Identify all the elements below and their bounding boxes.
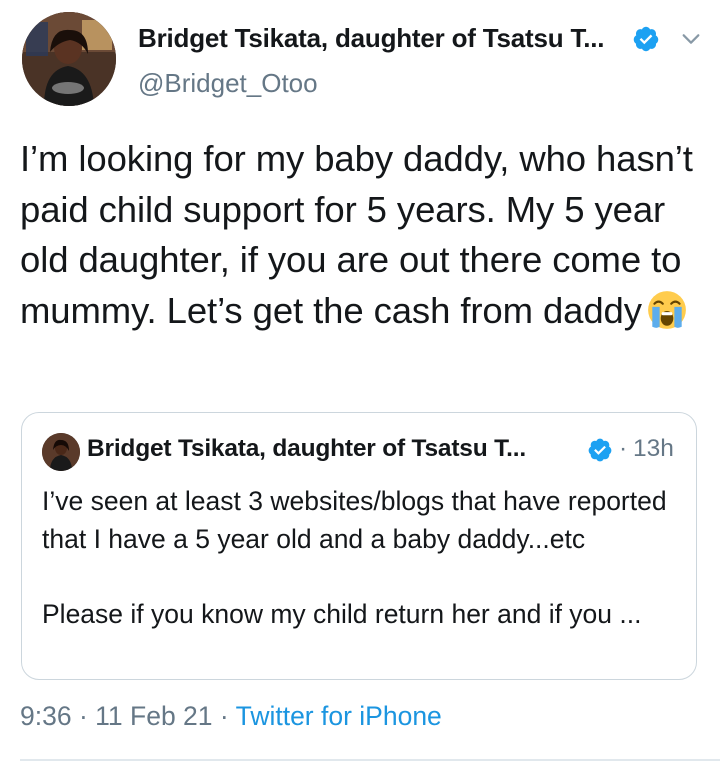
author-name[interactable]: Bridget Tsikata, daughter of Tsatsu T... [138,23,605,54]
loudly-crying-face-emoji [648,290,686,329]
meta-separator: · [71,701,96,731]
chevron-down-icon[interactable] [680,28,702,50]
verified-badge-icon [588,438,612,462]
author-avatar[interactable] [22,12,116,106]
quoted-timestamp: 13h [633,435,674,462]
tweet-text-body: I’m looking for my baby daddy, who hasn’… [20,138,693,331]
quoted-tweet-text: I’ve seen at least 3 websites/blogs that… [42,486,667,629]
tweet-meta: 9:36 · 11 Feb 21 · Twitter for iPhone [20,701,442,732]
divider [20,759,720,761]
verified-badge-icon [633,26,659,52]
quoted-author-name: Bridget Tsikata, daughter of Tsatsu T... [87,435,526,462]
meta-separator: · [212,701,236,731]
tweet-date: 11 Feb 21 [95,701,213,731]
tweet-text: I’m looking for my baby daddy, who hasn’… [20,134,700,336]
author-handle[interactable]: @Bridget_Otoo [138,68,318,99]
tweet-source-link[interactable]: Twitter for iPhone [236,701,442,731]
tweet-time: 9:36 [20,701,72,731]
tweet-detail: Bridget Tsikata, daughter of Tsatsu T...… [0,0,720,774]
quoted-separator: · [619,435,628,462]
quoted-author-avatar [42,433,80,471]
quoted-tweet-card[interactable]: Bridget Tsikata, daughter of Tsatsu T...… [21,412,697,680]
